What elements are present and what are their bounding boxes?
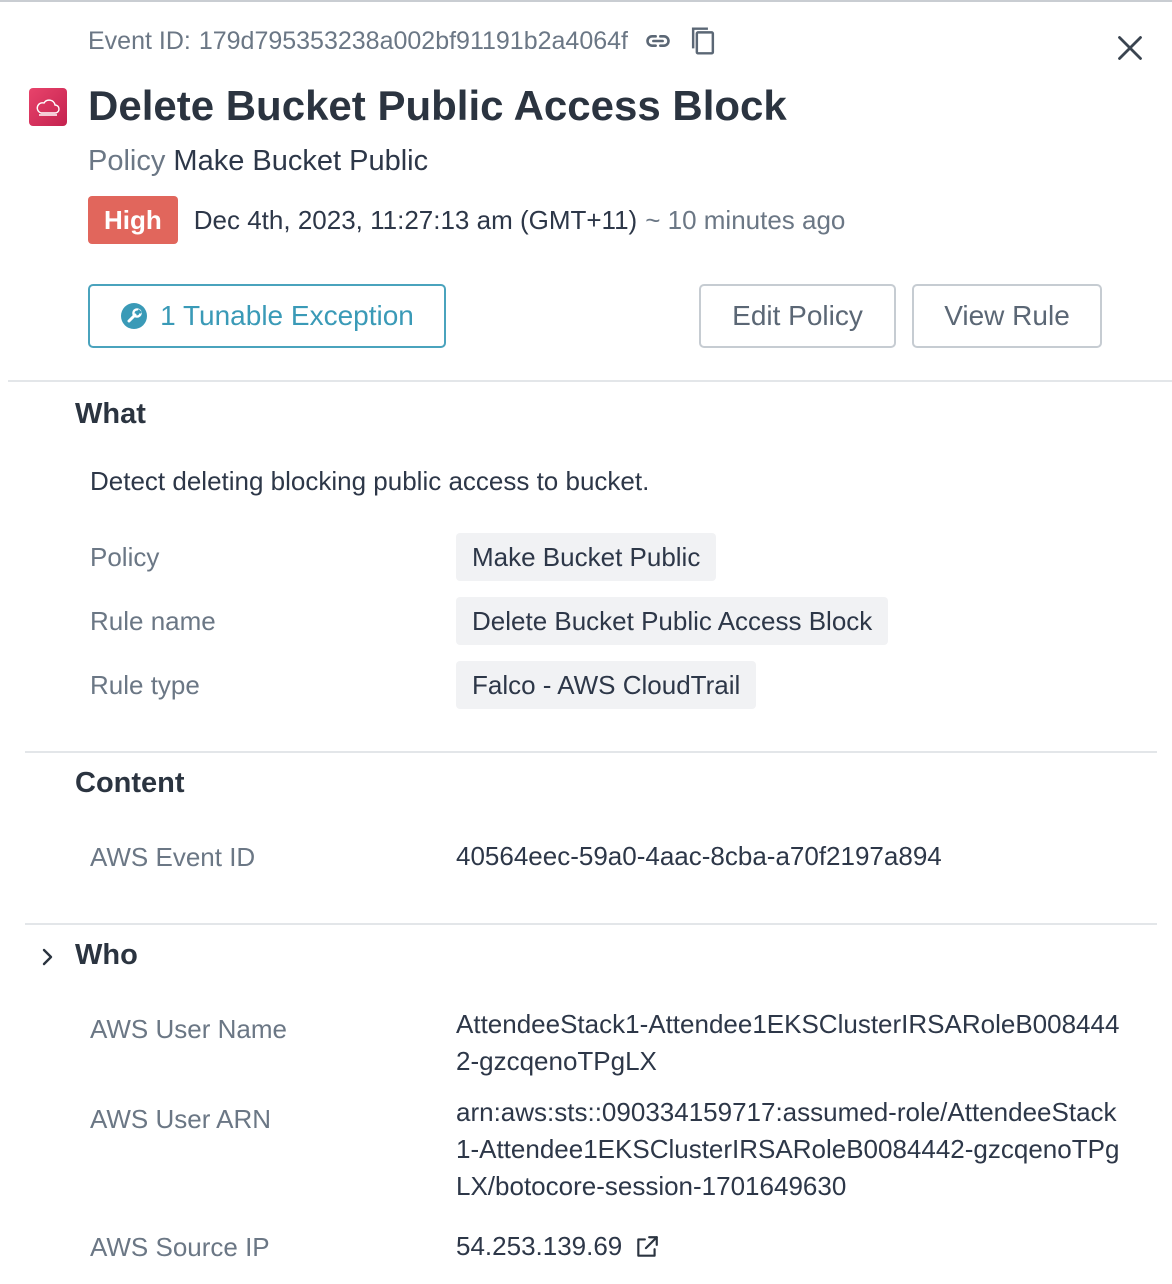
event-timestamp: Dec 4th, 2023, 11:27:13 am (GMT+11) bbox=[193, 204, 638, 235]
close-icon[interactable] bbox=[1110, 28, 1150, 68]
field-label: Policy bbox=[90, 542, 160, 572]
aws-event-id-value: 40564eec-59a0-4aac-8cba-a70f2197a894 bbox=[456, 841, 942, 871]
divider bbox=[8, 380, 1172, 382]
tunable-exception-label: 1 Tunable Exception bbox=[160, 300, 414, 331]
policy-line-value: Make Bucket Public bbox=[173, 145, 429, 177]
section-title-content: Content bbox=[75, 767, 185, 799]
rule-type-chip[interactable]: Falco - AWS CloudTrail bbox=[456, 661, 757, 709]
page-title: Delete Bucket Public Access Block bbox=[88, 82, 787, 129]
copy-icon[interactable] bbox=[688, 25, 718, 57]
top-border bbox=[0, 0, 1172, 2]
aws-cloud-icon bbox=[29, 88, 67, 126]
link-icon[interactable] bbox=[644, 27, 672, 55]
aws-user-name-value: AttendeeStack1-Attendee1EKSClusterIRSARo… bbox=[456, 1009, 1120, 1076]
aws-user-arn-value: arn:aws:sts::090334159717:assumed-role/A… bbox=[456, 1097, 1120, 1201]
aws-source-ip-value: 54.253.139.69 bbox=[456, 1231, 623, 1261]
tunable-exception-button[interactable]: 1 Tunable Exception bbox=[88, 284, 446, 348]
field-label: Rule name bbox=[90, 606, 216, 636]
divider bbox=[25, 751, 1157, 753]
divider bbox=[25, 923, 1157, 925]
field-label: AWS User Name bbox=[90, 1014, 287, 1044]
field-label: AWS Source IP bbox=[90, 1232, 270, 1262]
section-title-what: What bbox=[75, 398, 146, 430]
edit-policy-button[interactable]: Edit Policy bbox=[699, 284, 896, 348]
relative-time: ~ 10 minutes ago bbox=[645, 204, 846, 235]
field-label: AWS Event ID bbox=[90, 842, 256, 872]
field-label: Rule type bbox=[90, 670, 200, 700]
policy-line-label: Policy bbox=[88, 145, 166, 177]
field-label: AWS User ARN bbox=[90, 1104, 272, 1134]
external-link-icon[interactable] bbox=[634, 1234, 660, 1260]
meta-row: High Dec 4th, 2023, 11:27:13 am (GMT+11)… bbox=[88, 196, 845, 244]
severity-badge: High bbox=[88, 196, 178, 244]
section-title-who[interactable]: Who bbox=[75, 939, 138, 972]
event-id-value: 179d795353238a002bf91191b2a4064f bbox=[198, 26, 628, 55]
policy-chip[interactable]: Make Bucket Public bbox=[456, 533, 717, 581]
rule-description: Detect deleting blocking public access t… bbox=[90, 466, 650, 496]
aws-source-ip-row: 54.253.139.69 bbox=[456, 1228, 1136, 1265]
chevron-right-icon[interactable] bbox=[40, 944, 60, 970]
policy-line: Policy Make Bucket Public bbox=[88, 145, 428, 178]
event-id-row: Event ID: 179d795353238a002bf91191b2a406… bbox=[88, 24, 718, 58]
wrench-icon bbox=[120, 302, 148, 330]
event-id-label: Event ID: bbox=[88, 26, 191, 55]
rule-name-chip[interactable]: Delete Bucket Public Access Block bbox=[456, 597, 889, 645]
view-rule-button[interactable]: View Rule bbox=[912, 284, 1102, 348]
